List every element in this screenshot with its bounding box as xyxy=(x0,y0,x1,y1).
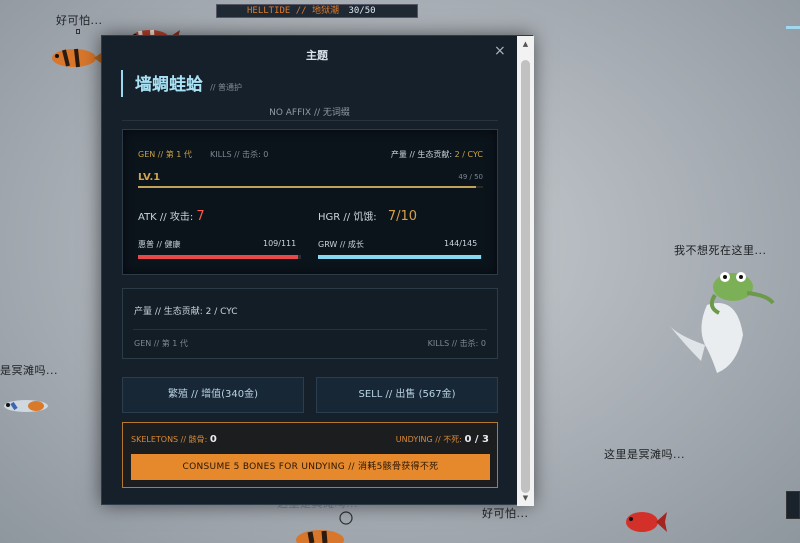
corner-panel xyxy=(786,491,800,519)
ecology-production: 产量 // 生态贡献: 2 / CYC xyxy=(134,307,238,317)
bubble-icon xyxy=(339,511,353,525)
breed-button[interactable]: 繁殖 // 增值(340金) xyxy=(122,377,304,413)
xp-bar-fill xyxy=(138,186,477,188)
scrollbar-thumb[interactable] xyxy=(521,60,530,493)
health-value: 109/111 xyxy=(263,239,297,248)
xp-value: 49 / 50 xyxy=(458,173,483,181)
skeletons-stat: SKELETONS // 骸骨: 0 xyxy=(131,434,217,445)
xp-bar xyxy=(138,186,483,188)
close-button[interactable]: × xyxy=(494,43,506,59)
creature-detail-modal: 主题 × 墙蜩蛙蛤 // 普通护 NO AFFIX // 无词缀 GEN // … xyxy=(101,35,534,506)
creature-name: 墙蜩蛙蛤 xyxy=(135,75,203,95)
production-label: 产量 // 生态贡献: xyxy=(390,150,453,159)
fish-blue[interactable] xyxy=(0,395,56,417)
scroll-up-arrow-icon[interactable]: ▲ xyxy=(521,40,530,48)
divider xyxy=(122,120,498,121)
modal-title: 主题 xyxy=(306,49,328,62)
fish-speech: 好可怕... xyxy=(482,507,529,520)
growth-label: GRW // 成长 xyxy=(318,240,364,249)
skeletons-label: SKELETONS // 骸骨: xyxy=(131,435,208,444)
generation-label: GEN // 第 1 代 xyxy=(138,150,192,159)
hunger-value: 7/10 xyxy=(387,209,418,224)
fish-orange-bottom[interactable] xyxy=(292,526,348,543)
attack-label: ATK // 攻击: xyxy=(138,212,194,223)
growth-value: 144/145 xyxy=(444,239,478,248)
fish-red-small[interactable] xyxy=(620,505,668,539)
growth-bar xyxy=(318,255,482,259)
production-value: 2 / CYC xyxy=(454,150,483,159)
level-label: LV.1 xyxy=(138,172,161,183)
fish-speech: 这里是冥滩吗... xyxy=(604,448,685,461)
ecology-generation: GEN // 第 1 代 xyxy=(134,339,188,348)
undying-stat: UNDYING // 不死: 0 / 3 xyxy=(396,434,489,445)
kills-label: KILLS // 击杀: 0 xyxy=(210,150,269,159)
health-bar-fill xyxy=(138,255,299,259)
bones-panel: SKELETONS // 骸骨: 0 UNDYING // 不死: 0 / 3 … xyxy=(122,422,498,488)
fish-marker xyxy=(76,29,80,34)
fish-speech: 是冥滩吗... xyxy=(0,364,58,377)
ecology-panel: 产量 // 生态贡献: 2 / CYC GEN // 第 1 代 KILLS /… xyxy=(122,288,498,359)
health-bar xyxy=(138,255,301,259)
undying-label: UNDYING // 不死: xyxy=(395,435,462,444)
creature-name-block: 墙蜩蛙蛤 // 普通护 xyxy=(121,70,242,97)
undying-value: 0 / 3 xyxy=(464,434,489,445)
health-label: 惠普 // 健康 xyxy=(138,240,181,249)
attack-stat: ATK // 攻击: 7 xyxy=(138,208,205,224)
frog-fish-creature[interactable] xyxy=(667,265,779,377)
consume-bones-button[interactable]: CONSUME 5 BONES FOR UNDYING // 消耗5骸骨获得不死 xyxy=(131,454,490,480)
event-count: 30/50 xyxy=(348,6,376,16)
production-stat: 产量 // 生态贡献: 2 / CYC xyxy=(391,149,483,160)
fish-speech: 好可怕... xyxy=(56,14,103,27)
divider xyxy=(133,329,487,330)
scroll-down-arrow-icon[interactable]: ▼ xyxy=(521,494,530,502)
hunger-stat: HGR // 饥饿: 7/10 xyxy=(318,208,417,224)
affix-label: NO AFFIX // 无词缀 xyxy=(269,108,350,118)
attack-value: 7 xyxy=(196,209,205,224)
stats-panel: GEN // 第 1 代 KILLS // 击杀: 0 产量 // 生态贡献: … xyxy=(122,129,498,275)
event-label: HELLTIDE // 地狱潮 xyxy=(247,6,340,16)
creature-rarity: // 普通护 xyxy=(210,83,243,92)
ecology-kills: KILLS // 击杀: 0 xyxy=(427,339,486,348)
sell-button[interactable]: SELL // 出售 (567金) xyxy=(316,377,498,413)
hunger-label: HGR // 饥饿: xyxy=(318,212,377,223)
growth-bar-fill xyxy=(318,255,481,259)
event-status-bar: HELLTIDE // 地狱潮 30/50 xyxy=(216,4,418,18)
fish-speech: 我不想死在这里... xyxy=(674,244,767,257)
skeletons-value: 0 xyxy=(209,434,217,445)
edge-marker xyxy=(786,26,800,29)
